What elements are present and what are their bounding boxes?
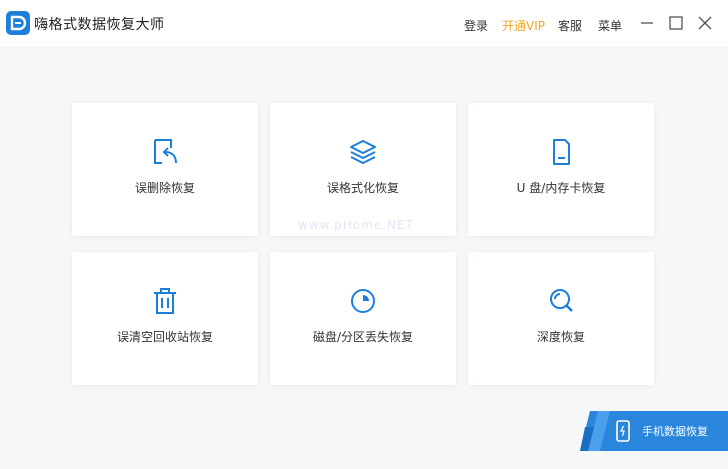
card-recycle-bin-recovery[interactable]: 误清空回收站恢复: [72, 252, 258, 385]
watermark: www.pHome.NET: [298, 218, 414, 232]
app-logo-icon: [6, 11, 30, 35]
mobile-recovery-button[interactable]: 手机数据恢复: [580, 411, 728, 451]
card-deleted-recovery[interactable]: 误删除恢复: [72, 103, 258, 236]
card-label: 深度恢复: [536, 330, 585, 344]
title-bar: 嗨格式数据恢复大师 登录 开通VIP 客服 菜单: [0, 0, 728, 46]
card-usb-sd-recovery[interactable]: U 盘/内存卡恢复: [468, 103, 654, 236]
card-label: U 盘/内存卡恢复: [516, 181, 606, 195]
card-label: 误清空回收站恢复: [116, 330, 213, 344]
sd-card-icon: [553, 139, 570, 165]
card-deep-recovery[interactable]: 深度恢复: [468, 252, 654, 385]
close-button[interactable]: [696, 14, 714, 32]
service-link[interactable]: 客服: [558, 17, 582, 34]
menu-link[interactable]: 菜单: [598, 17, 622, 34]
card-label: 误删除恢复: [134, 181, 195, 195]
app-title: 嗨格式数据恢复大师: [34, 17, 165, 33]
vip-link[interactable]: 开通VIP: [502, 17, 545, 34]
card-label: 磁盘/分区丢失恢复: [312, 330, 414, 344]
maximize-button[interactable]: [667, 14, 685, 32]
phone-icon: [616, 420, 630, 442]
mobile-recovery-label: 手机数据恢复: [642, 425, 708, 438]
pie-chart-icon: [351, 289, 375, 313]
card-format-recovery[interactable]: 误格式化恢复: [270, 103, 456, 236]
card-partition-recovery[interactable]: 磁盘/分区丢失恢复: [270, 252, 456, 385]
file-restore-icon: [154, 139, 177, 164]
minimize-button[interactable]: [638, 14, 656, 32]
trash-icon: [154, 288, 176, 314]
card-label: 误格式化恢复: [326, 181, 399, 195]
layers-icon: [350, 140, 376, 164]
login-link[interactable]: 登录: [464, 17, 488, 34]
magnifier-icon: [550, 289, 573, 312]
